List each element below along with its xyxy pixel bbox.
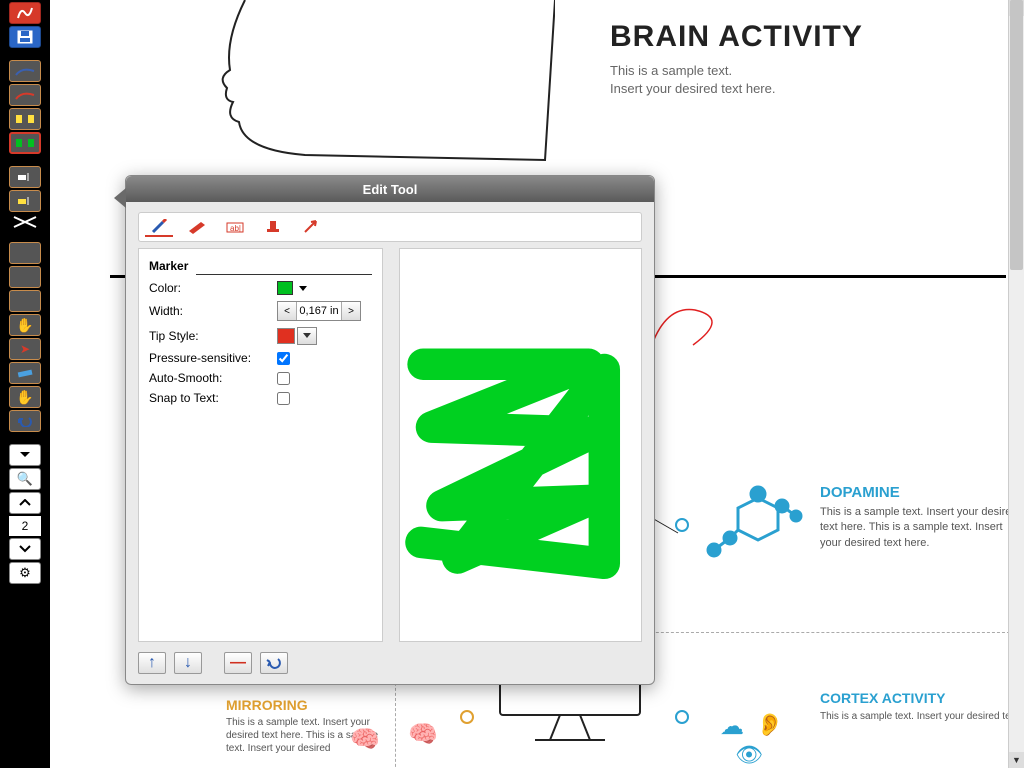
vertical-scrollbar[interactable]: ▲ ▼	[1008, 0, 1024, 768]
molecule-icon	[700, 480, 810, 560]
hand-tool-red[interactable]: ✋	[9, 314, 41, 336]
shape-tool-3[interactable]	[9, 290, 41, 312]
width-label: Width:	[149, 304, 277, 318]
mirroring-heading: MIRRORING	[226, 697, 386, 713]
head-silhouette	[205, 0, 555, 165]
dialog-tab-bar: ab|	[138, 212, 642, 242]
brain-icon-2: 🧠	[408, 720, 438, 749]
scroll-down-button[interactable]: ▼	[1009, 752, 1024, 768]
eraser-tool[interactable]	[9, 362, 41, 384]
edit-tool-dialog: Edit Tool ab| Marker Color:	[125, 175, 655, 685]
pen-tool-2[interactable]	[9, 84, 41, 106]
color-dropdown[interactable]	[299, 286, 307, 291]
section-label: Marker	[149, 259, 188, 273]
gear-icon: ⚙	[19, 565, 31, 581]
highlighter-green[interactable]	[9, 132, 41, 154]
tab-highlighter[interactable]	[183, 217, 211, 237]
pointer-tool[interactable]: ➤	[9, 338, 41, 360]
width-decrease[interactable]: <	[278, 302, 296, 320]
pen-tool-1[interactable]	[9, 60, 41, 82]
tipstyle-label: Tip Style:	[149, 329, 277, 343]
shape-tool-2[interactable]	[9, 266, 41, 288]
cortex-body: This is a sample text. Insert your desir…	[820, 710, 1020, 723]
dialog-properties-panel: Marker Color: Width: < >	[138, 248, 383, 642]
remove-button[interactable]: —	[224, 652, 252, 674]
settings-button[interactable]: ⚙	[9, 562, 41, 584]
move-down-button[interactable]: ↓	[174, 652, 202, 674]
tipstyle-swatch[interactable]	[277, 328, 295, 344]
reset-button[interactable]	[260, 652, 288, 674]
left-toolbar: ✋ ➤ ✋ 🔍 ⚙	[0, 0, 50, 768]
brain-icon-1: 🧠	[350, 725, 380, 754]
text-tool-1[interactable]	[9, 166, 41, 188]
search-icon: 🔍	[17, 471, 33, 487]
autosmooth-label: Auto-Smooth:	[149, 371, 277, 385]
node-circle-3	[675, 710, 689, 724]
dialog-pointer	[114, 188, 126, 208]
node-circle-1	[675, 518, 689, 532]
svg-text:ab|: ab|	[230, 224, 241, 233]
width-stepper[interactable]: < >	[277, 301, 361, 321]
color-label: Color:	[149, 281, 277, 295]
tab-text[interactable]: ab|	[221, 217, 249, 237]
dopamine-heading: DOPAMINE	[820, 484, 1020, 501]
text-tool-2[interactable]	[9, 190, 41, 212]
page-number-input[interactable]	[9, 516, 41, 536]
tab-arrow[interactable]	[297, 217, 325, 237]
cloud-icon: ☁	[720, 712, 744, 741]
page-up-button[interactable]	[9, 492, 41, 514]
node-circle-2	[460, 710, 474, 724]
autosmooth-checkbox[interactable]	[277, 372, 290, 385]
ear-icon: 👂	[756, 712, 783, 738]
app-logo-button[interactable]	[9, 2, 41, 24]
highlighter-yellow[interactable]	[9, 108, 41, 130]
undo-tool[interactable]	[9, 410, 41, 432]
snap-checkbox[interactable]	[277, 392, 290, 405]
color-swatch[interactable]	[277, 281, 293, 295]
hand-tool-2[interactable]: ✋	[9, 386, 41, 408]
cortex-heading: CORTEX ACTIVITY	[820, 690, 1020, 707]
page-down-button[interactable]	[9, 538, 41, 560]
document-canvas[interactable]: BRAIN ACTIVITY This is a sample text.Ins…	[50, 0, 1024, 768]
tipstyle-dropdown[interactable]	[297, 327, 317, 345]
pressure-checkbox[interactable]	[277, 352, 290, 365]
width-increase[interactable]: >	[342, 302, 360, 320]
expand-down-button[interactable]	[9, 444, 41, 466]
snap-label: Snap to Text:	[149, 391, 277, 405]
dialog-title: Edit Tool	[126, 176, 654, 202]
shape-tool-1[interactable]	[9, 242, 41, 264]
page-title: BRAIN ACTIVITY	[610, 20, 863, 54]
red-mark	[645, 300, 735, 360]
marker-preview	[400, 249, 641, 668]
tab-stamp[interactable]	[259, 217, 287, 237]
move-up-button[interactable]: ↑	[138, 652, 166, 674]
tab-pen[interactable]	[145, 217, 173, 237]
dopamine-body: This is a sample text. Insert your desir…	[820, 505, 1020, 551]
collapse-chevron-icon[interactable]	[9, 214, 41, 230]
eye-icon: 👁	[735, 742, 763, 768]
scroll-thumb[interactable]	[1010, 0, 1023, 270]
width-input[interactable]	[296, 302, 342, 320]
dialog-preview-panel	[399, 248, 642, 642]
pressure-label: Pressure-sensitive:	[149, 351, 277, 365]
page-subtitle: This is a sample text.Insert your desire…	[610, 62, 863, 98]
zoom-button[interactable]: 🔍	[9, 468, 41, 490]
save-button[interactable]	[9, 26, 41, 48]
